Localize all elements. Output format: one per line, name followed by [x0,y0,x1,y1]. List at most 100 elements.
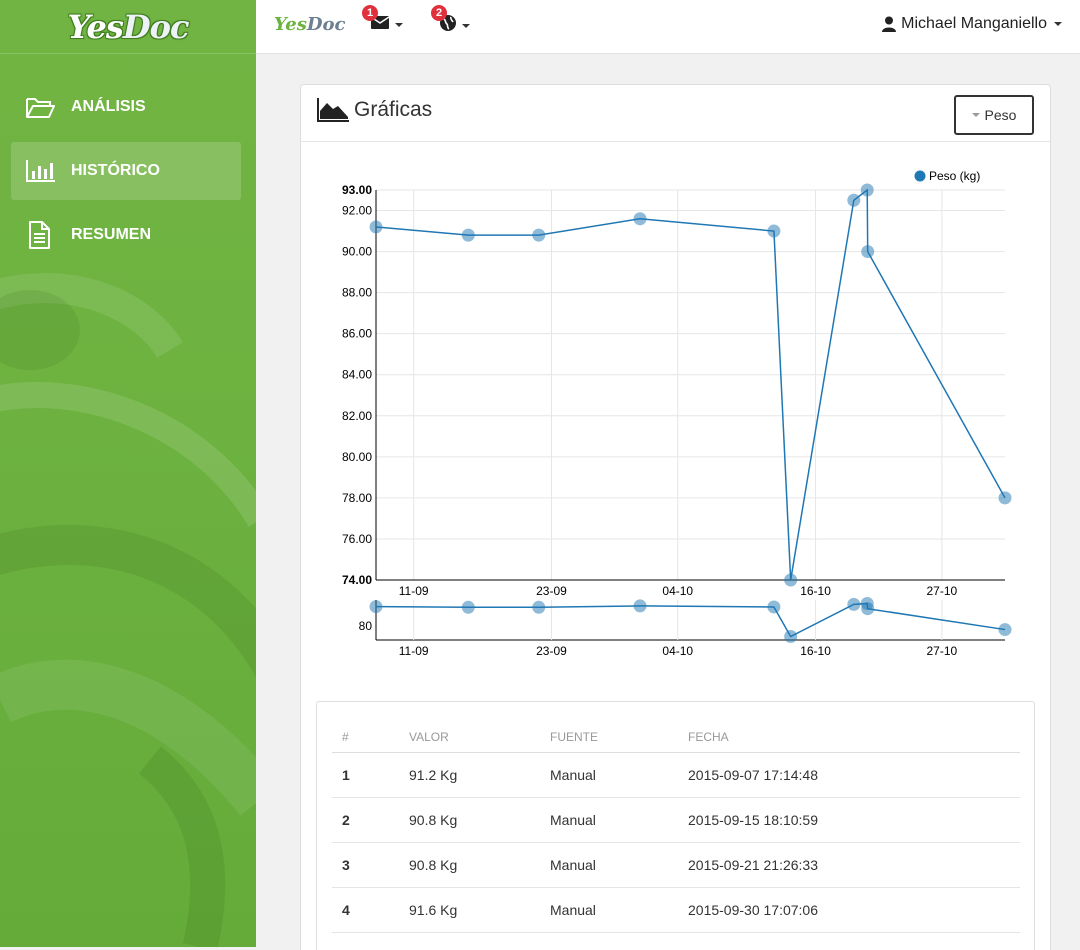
overview-data-point [767,600,781,614]
x-tick-label: 16-10 [800,584,831,598]
legend-marker [914,170,926,182]
y-tick-label: 86.00 [342,327,372,341]
brand-header[interactable]: YesDoc [0,0,256,54]
data-point [767,224,781,238]
notifications-badge: 2 [431,5,447,21]
y-tick-label: 74.00 [342,573,372,587]
sidebar: YesDoc ANÁLISIS HISTÓRICO RESUMEN [0,0,256,947]
column-header: VALOR [399,722,540,753]
y-tick-label: 78.00 [342,491,372,505]
overview-y-tick-label: 80 [359,619,373,633]
row-number: 4 [332,887,399,933]
sidebar-item-historico[interactable]: HISTÓRICO [11,142,241,200]
overview-data-point [861,602,875,616]
column-header: FECHA [678,722,1020,753]
row-date: 2015-09-21 21:26:33 [678,842,1020,888]
measurements-table: # VALOR FUENTE FECHA 1 91.2 Kg Manual 20… [332,722,1020,933]
y-tick-label: 90.00 [342,245,372,259]
row-value: 91.6 Kg [399,887,540,933]
row-value: 91.2 Kg [399,752,540,798]
weight-history-chart[interactable]: 93.00 92.00 90.00 88.00 86.00 84.00 82.00 80.00… [300,150,1051,670]
data-point [784,573,798,587]
y-tick-label: 82.00 [342,409,372,423]
row-date: 2015-09-30 17:07:06 [678,887,1020,933]
row-source: Manual [540,752,678,798]
messages-badge: 1 [362,5,378,21]
metric-dropdown-label: Peso [984,107,1017,123]
top-brand-link[interactable]: YesDoc [274,14,345,35]
y-tick-label: 92.00 [342,204,372,218]
data-point [532,228,546,242]
messages-dropdown[interactable]: 1 [362,5,403,35]
row-source: Manual [540,887,678,933]
data-point [998,491,1012,505]
x-tick-label: 27-10 [926,584,957,598]
measurements-table-card: # VALOR FUENTE FECHA 1 91.2 Kg Manual 20… [316,701,1035,950]
overview-x-tick-label: 11-09 [399,644,429,658]
user-menu[interactable]: Michael Manganiello [882,15,1062,33]
sidebar-item-analisis[interactable]: ANÁLISIS [11,78,241,136]
row-date: 2015-09-07 17:14:48 [678,752,1020,798]
folder-open-icon [25,93,57,121]
panel-header: Gráficas Peso [301,85,1050,142]
overview-data-point [998,623,1012,637]
overview-x-tick-label: 04-10 [662,644,693,658]
user-icon [882,16,897,32]
row-number: 3 [332,842,399,888]
row-value: 90.8 Kg [399,797,540,843]
row-value: 90.8 Kg [399,842,540,888]
legend-label: Peso (kg) [929,169,980,183]
column-header: # [332,722,399,753]
y-tick-label: 88.00 [342,286,372,300]
x-tick-label: 23-09 [536,584,567,598]
chevron-down-icon [971,113,980,117]
data-point [633,212,647,226]
metric-dropdown-button[interactable]: Peso [954,95,1034,135]
row-date: 2015-09-15 18:10:59 [678,797,1020,843]
table-header-row: # VALOR FUENTE FECHA [332,722,1020,753]
overview-x-tick-label: 16-10 [800,644,831,658]
table-row[interactable]: 4 91.6 Kg Manual 2015-09-30 17:07:06 [332,887,1020,933]
row-number: 1 [332,752,399,798]
top-navbar: YesDoc 1 2 Michael Manganiello [256,0,1080,54]
data-point [369,220,383,234]
bar-chart-icon [25,157,57,185]
overview-data-point [461,600,475,614]
chevron-down-icon [395,22,403,27]
overview-data-point [369,600,383,614]
yesdoc-logo: YesDoc [67,7,189,46]
notifications-dropdown[interactable]: 2 [431,5,470,37]
table-row[interactable]: 2 90.8 Kg Manual 2015-09-15 18:10:59 [332,797,1020,843]
panel-title-text: Gráficas [354,98,433,121]
row-number: 2 [332,797,399,843]
y-tick-label: 80.00 [342,450,372,464]
overview-x-tick-label: 27-10 [926,644,957,658]
y-tick-label: 93.00 [342,183,372,197]
overview-data-point [784,630,798,644]
sidebar-item-label: HISTÓRICO [71,162,160,179]
sidebar-item-label: ANÁLISIS [71,98,146,115]
x-tick-label: 04-10 [662,584,693,598]
sidebar-nav: ANÁLISIS HISTÓRICO RESUMEN [0,54,256,264]
overview-data-point [633,599,647,613]
table-row[interactable]: 3 90.8 Kg Manual 2015-09-21 21:26:33 [332,842,1020,888]
table-row[interactable]: 1 91.2 Kg Manual 2015-09-07 17:14:48 [332,752,1020,798]
user-name: Michael Manganiello [901,15,1047,32]
row-source: Manual [540,842,678,888]
x-tick-label: 11-09 [399,584,429,598]
sidebar-item-label: RESUMEN [71,226,152,243]
chevron-down-icon [462,23,470,28]
y-tick-label: 84.00 [342,368,372,382]
sidebar-item-resumen[interactable]: RESUMEN [11,206,241,264]
data-point [860,183,874,197]
overview-x-tick-label: 23-09 [536,644,567,658]
column-header: FUENTE [540,722,678,753]
overview-data-point [847,597,861,611]
data-point [847,193,861,207]
data-point [461,228,475,242]
data-point [861,245,875,259]
series-line [375,188,1006,581]
y-tick-label: 76.00 [342,532,372,546]
panel-title: Gráficas [316,97,432,123]
chevron-down-icon [1054,22,1062,26]
